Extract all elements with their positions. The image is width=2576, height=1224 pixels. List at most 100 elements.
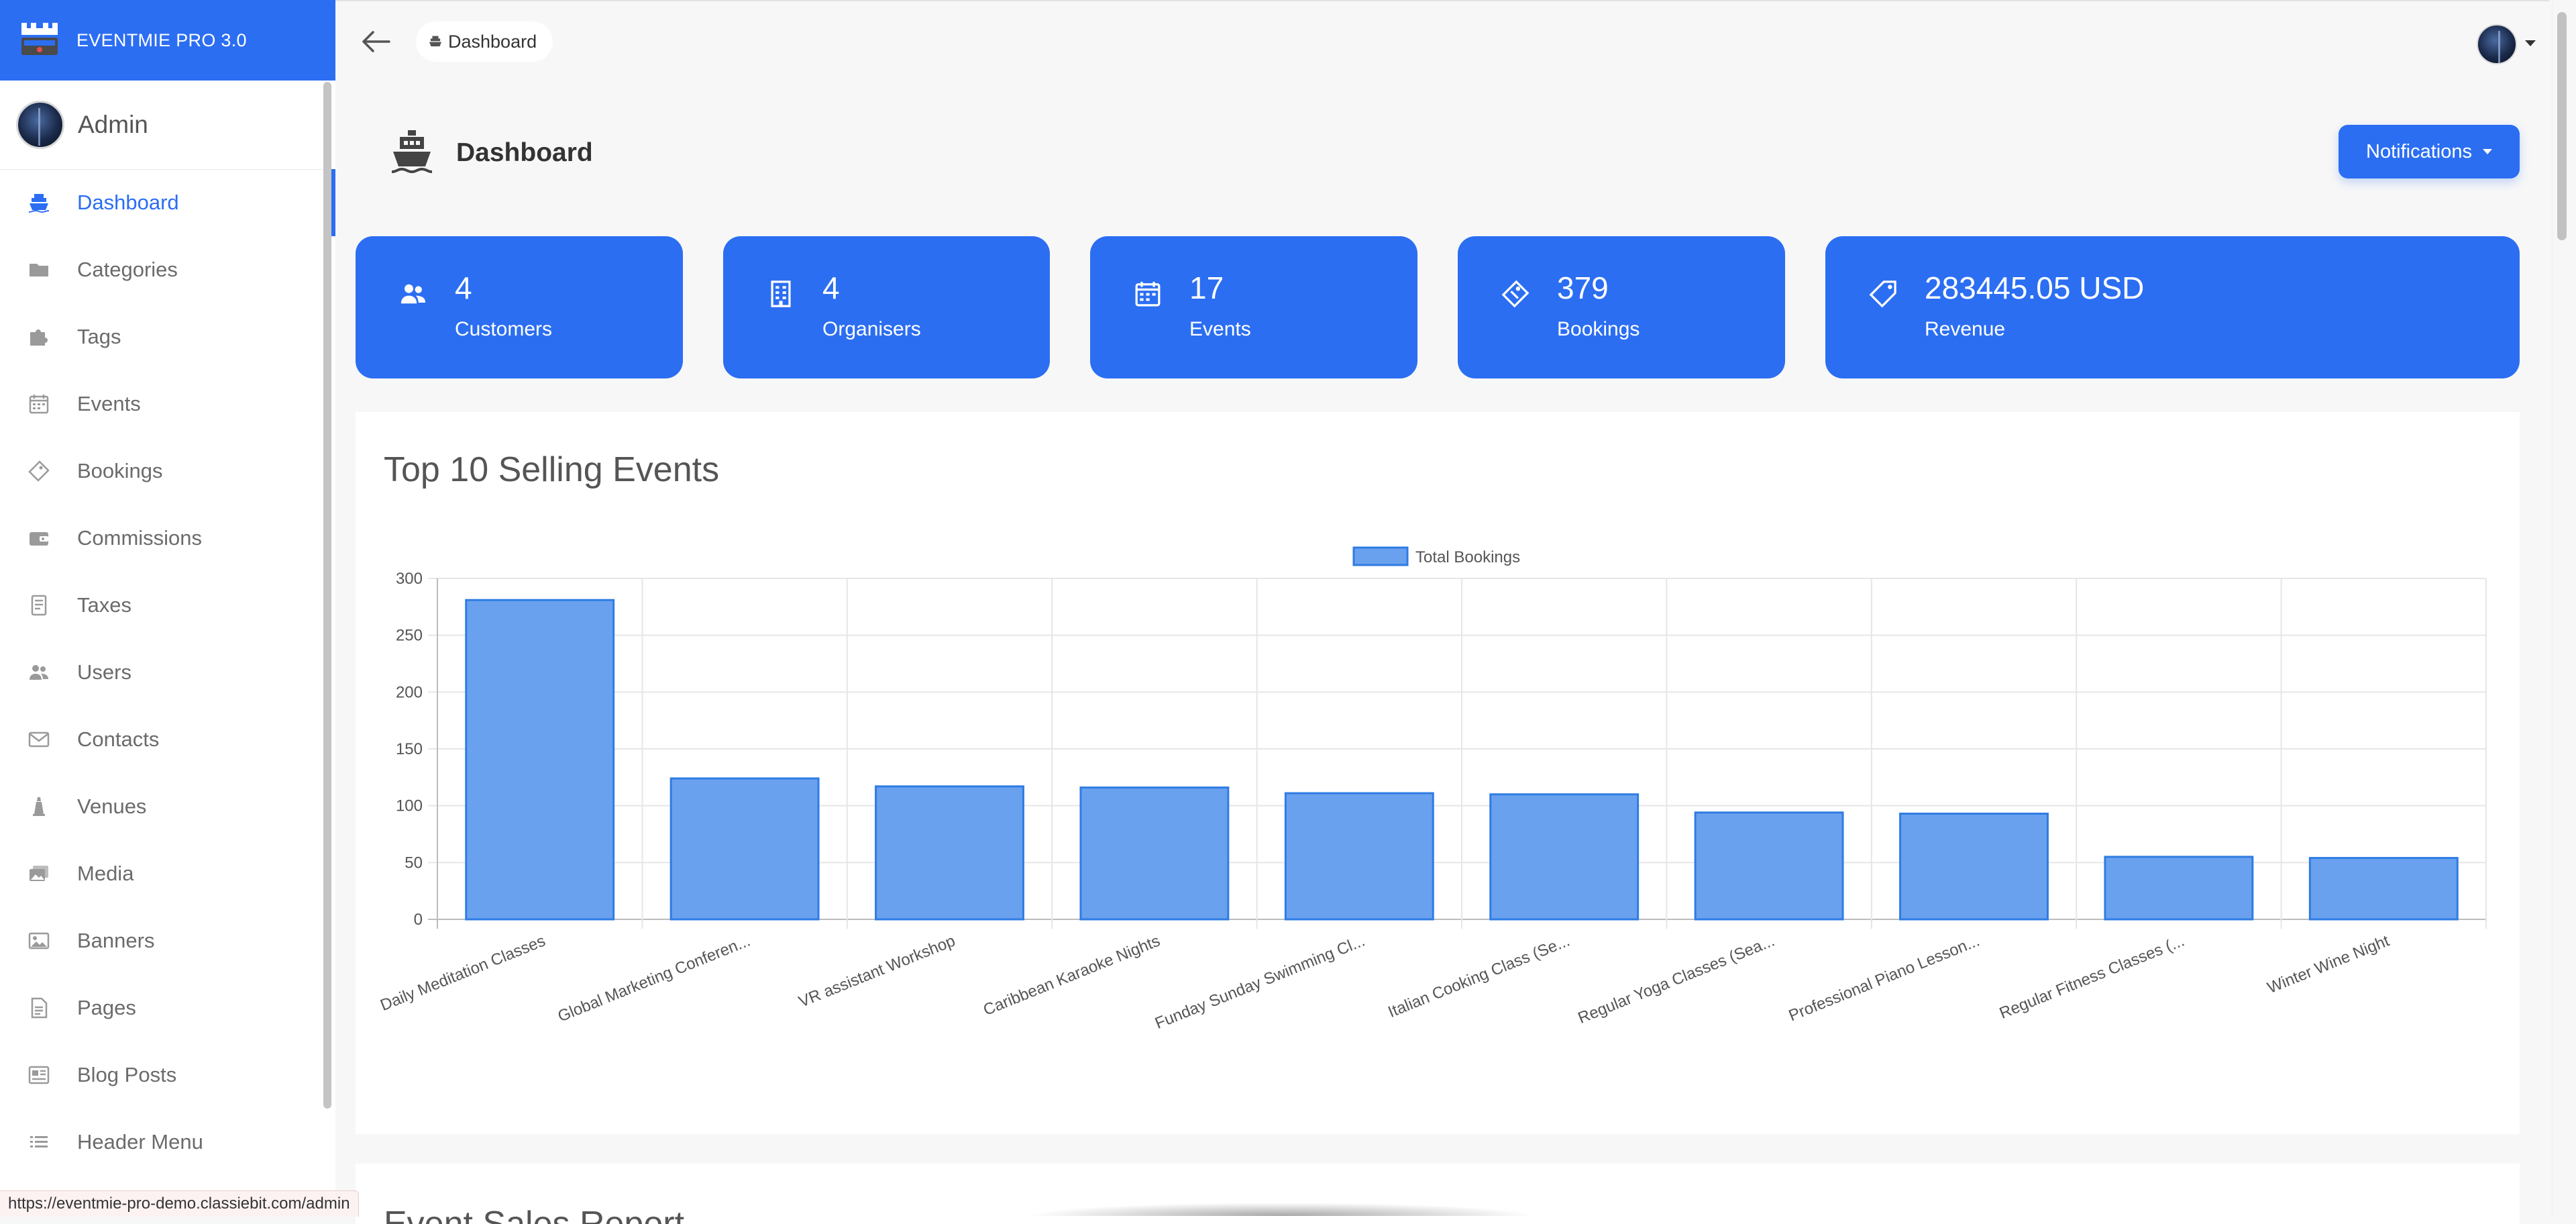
images-icon xyxy=(25,860,52,887)
y-tick-label: 0 xyxy=(414,911,423,929)
y-tick-label: 50 xyxy=(405,854,423,872)
ship-icon xyxy=(25,189,52,216)
chart-bar xyxy=(465,599,615,921)
image-icon xyxy=(25,927,52,954)
y-tick-label: 150 xyxy=(396,740,423,758)
panel-title: Event Sales Report xyxy=(384,1205,685,1224)
y-tick-label: 100 xyxy=(396,797,423,815)
receipt-icon xyxy=(25,592,52,619)
legend-label: Total Bookings xyxy=(1415,548,1520,566)
admin-profile[interactable]: Admin xyxy=(0,81,335,170)
main-scrollbar-thumb[interactable] xyxy=(2557,12,2567,240)
stat-value: 4 xyxy=(455,270,472,305)
chart-bar xyxy=(1899,813,2049,921)
stat-label: Customers xyxy=(455,318,553,340)
sidebar-item-venues[interactable]: Venues xyxy=(0,773,335,840)
sidebar-item-label: Commissions xyxy=(77,526,203,550)
stat-card-bookings[interactable]: 379 Bookings xyxy=(1458,236,1785,378)
sidebar-item-contacts[interactable]: Contacts xyxy=(0,706,335,773)
notifications-label: Notifications xyxy=(2366,140,2472,162)
y-tick-label: 250 xyxy=(396,627,423,645)
sidebar-item-banners[interactable]: Banners xyxy=(0,907,335,974)
sidebar-item-label: Bookings xyxy=(77,459,163,482)
breadcrumb-label: Dashboard xyxy=(448,31,537,52)
sidebar-item-label: Events xyxy=(77,392,141,415)
stat-value: 17 xyxy=(1189,270,1224,305)
top-bar: Dashboard xyxy=(335,0,2549,82)
sidebar-item-blog-posts[interactable]: Blog Posts xyxy=(0,1041,335,1109)
sidebar-item-label: Media xyxy=(77,862,134,885)
chart-bar xyxy=(2104,856,2254,921)
sidebar-nav: Dashboard Categories Tags Events Booking… xyxy=(0,169,335,1176)
sidebar-item-label: Users xyxy=(77,660,131,684)
sidebar-item-label: Header Menu xyxy=(77,1130,203,1154)
sidebar-item-tags[interactable]: Tags xyxy=(0,303,335,370)
page-title: Dashboard xyxy=(456,138,593,167)
brand-logo-icon xyxy=(21,23,58,55)
x-tick-label: Professional Piano Lesson... xyxy=(1786,932,1982,1025)
user-avatar[interactable] xyxy=(2477,24,2517,64)
sidebar-item-bookings[interactable]: Bookings xyxy=(0,438,335,505)
x-tick-label: Daily Meditation Classes xyxy=(378,932,548,1015)
stat-value: 4 xyxy=(822,270,840,305)
sidebar-item-commissions[interactable]: Commissions xyxy=(0,505,335,572)
chart-bar xyxy=(1694,811,1844,921)
sidebar-item-dashboard[interactable]: Dashboard xyxy=(0,169,335,236)
chart-bar xyxy=(1079,786,1230,921)
sidebar-item-label: Contacts xyxy=(77,727,160,751)
stat-label: Events xyxy=(1189,318,1251,340)
x-tick-label: VR assistant Workshop xyxy=(796,932,958,1011)
sidebar-item-taxes[interactable]: Taxes xyxy=(0,572,335,639)
top-selling-events-panel: Top 10 Selling Events 0 50 100 150 200 250 300… xyxy=(356,412,2520,1134)
admin-avatar xyxy=(16,101,64,149)
brand-header[interactable]: EVENTMIE PRO 3.0 xyxy=(0,0,335,81)
sidebar-scrollbar[interactable] xyxy=(323,82,331,1109)
stat-card-revenue[interactable]: 283445.05 USD Revenue xyxy=(1825,236,2520,378)
x-tick-label: Regular Fitness Classes (... xyxy=(1997,932,2187,1023)
stat-card-customers[interactable]: 4 Customers xyxy=(356,236,683,378)
x-tick-label: Winter Wine Night xyxy=(2265,931,2392,997)
calendar-icon xyxy=(1133,279,1163,309)
sidebar-item-media[interactable]: Media xyxy=(0,840,335,907)
chevron-down-icon[interactable] xyxy=(2525,40,2536,46)
x-tick-label: Funday Sunday Swimming Cl... xyxy=(1152,932,1368,1033)
legend-swatch xyxy=(1352,546,1409,566)
sidebar-item-label: Tags xyxy=(77,325,121,348)
sidebar-item-pages[interactable]: Pages xyxy=(0,974,335,1041)
building-icon xyxy=(766,279,796,309)
news-icon xyxy=(25,1062,52,1088)
x-tick-label: Global Marketing Conferen... xyxy=(555,932,753,1026)
sidebar-item-label: Categories xyxy=(77,258,178,281)
breadcrumb[interactable]: Dashboard xyxy=(416,21,553,62)
sidebar-item-users[interactable]: Users xyxy=(0,639,335,706)
stat-card-events[interactable]: 17 Events xyxy=(1090,236,1417,378)
chart-bar xyxy=(669,777,820,921)
ticket-icon xyxy=(25,458,52,484)
sidebar-item-label: Venues xyxy=(77,795,147,818)
sidebar: EVENTMIE PRO 3.0 Admin Dashboard Categor… xyxy=(0,0,335,1216)
chevron-down-icon xyxy=(2482,149,2492,154)
back-arrow-icon[interactable] xyxy=(361,28,392,55)
puzzle-icon xyxy=(25,323,52,350)
x-tick-label: Caribbean Karaoke Nights xyxy=(981,932,1163,1019)
stat-label: Revenue xyxy=(1925,318,2006,340)
y-tick-label: 300 xyxy=(396,570,423,588)
users-icon xyxy=(398,279,428,309)
sidebar-item-events[interactable]: Events xyxy=(0,370,335,438)
chart-bar xyxy=(1284,792,1434,921)
ticket-icon xyxy=(1501,279,1530,309)
stat-value: 379 xyxy=(1557,270,1609,305)
sidebar-item-categories[interactable]: Categories xyxy=(0,236,335,303)
sidebar-item-label: Dashboard xyxy=(77,191,179,214)
brand-name: EVENTMIE PRO 3.0 xyxy=(76,30,247,50)
sidebar-item-header-menu[interactable]: Header Menu xyxy=(0,1109,335,1176)
users-icon xyxy=(25,659,52,686)
y-tick-label: 200 xyxy=(396,683,423,701)
notifications-button[interactable]: Notifications xyxy=(2339,125,2520,178)
ship-icon xyxy=(391,130,433,174)
bottom-shadow xyxy=(1026,1203,1536,1216)
stat-card-organisers[interactable]: 4 Organisers xyxy=(723,236,1050,378)
x-tick-label: Italian Cooking Class (Se... xyxy=(1385,932,1572,1021)
ship-icon xyxy=(429,36,442,47)
status-bar-url: https://eventmie-pro-demo.classiebit.com… xyxy=(0,1190,359,1217)
